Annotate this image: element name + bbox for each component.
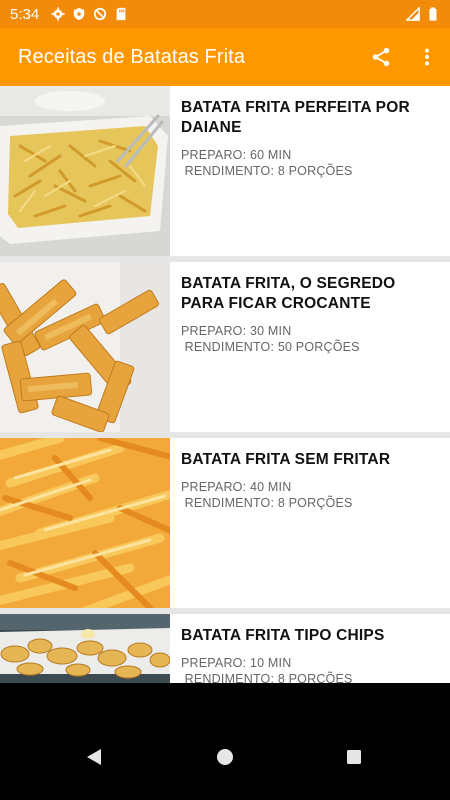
app-title: Receitas de Batatas Frita — [18, 45, 246, 68]
recents-icon — [347, 750, 361, 764]
recipe-meta: PREPARO: 40 MIN RENDIMENTO: 8 PORÇÕES — [181, 480, 353, 510]
shield-icon — [73, 7, 85, 21]
recipe-card[interactable]: BATATA FRITA TIPO CHIPS PREPARO: 10 MIN … — [0, 614, 450, 683]
recents-button[interactable] — [340, 745, 368, 769]
more-vert-icon — [424, 48, 430, 66]
thick-fries-image — [0, 262, 170, 432]
recipe-meta: PREPARO: 30 MIN RENDIMENTO: 50 PORÇÕES — [181, 324, 360, 354]
no-sync-icon — [94, 7, 107, 21]
recipe-title: BATATA FRITA TIPO CHIPS — [181, 627, 385, 644]
home-button[interactable] — [211, 745, 239, 769]
recipe-card[interactable]: BATATA FRITA, O SEGREDO PARA FICAR CROCA… — [0, 262, 450, 432]
recipe-meta: PREPARO: 60 MIN RENDIMENTO: 8 PORÇÕES — [181, 148, 353, 178]
share-icon — [372, 47, 390, 67]
home-icon — [217, 749, 233, 765]
status-notification-icons — [51, 7, 128, 21]
recipe-image — [0, 614, 170, 683]
recipe-title: BATATA FRITA PERFEITA POR DAIANE — [181, 99, 410, 136]
recipe-image — [0, 262, 170, 432]
status-time: 5:34 — [10, 5, 40, 23]
recipe-list[interactable]: BATATA FRITA PERFEITA POR DAIANE PREPARO… — [0, 86, 450, 683]
share-button[interactable] — [358, 34, 404, 80]
recipe-image — [0, 438, 170, 608]
recipe-title: BATATA FRITA, O SEGREDO PARA FICAR CROCA… — [181, 275, 396, 312]
recipe-card[interactable]: BATATA FRITA SEM FRITAR PREPARO: 40 MIN … — [0, 438, 450, 608]
fries-on-plate-image — [0, 86, 170, 256]
recipe-title: BATATA FRITA SEM FRITAR — [181, 451, 391, 468]
back-icon — [87, 749, 101, 765]
recipe-meta: PREPARO: 10 MIN RENDIMENTO: 8 PORÇÕES — [181, 656, 353, 683]
signal-icon — [406, 7, 420, 21]
system-nav-bar — [0, 683, 450, 800]
recipe-info: BATATA FRITA, O SEGREDO PARA FICAR CROCA… — [170, 262, 450, 432]
recipe-info: BATATA FRITA SEM FRITAR PREPARO: 40 MIN … — [170, 438, 450, 608]
app-bar: Receitas de Batatas Frita — [0, 28, 450, 86]
battery-icon — [429, 7, 437, 21]
recipe-card[interactable]: BATATA FRITA PERFEITA POR DAIANE PREPARO… — [0, 86, 450, 256]
status-bar: 5:34 — [0, 0, 450, 28]
recipe-info: BATATA FRITA TIPO CHIPS PREPARO: 10 MIN … — [170, 614, 450, 683]
status-system-icons — [406, 7, 440, 21]
back-button[interactable] — [80, 745, 108, 769]
fries-closeup-image — [0, 438, 170, 608]
gear-icon — [51, 7, 65, 21]
potato-chips-image — [0, 614, 170, 683]
recipe-info: BATATA FRITA PERFEITA POR DAIANE PREPARO… — [170, 86, 450, 256]
sd-card-icon — [116, 7, 126, 21]
recipe-image — [0, 86, 170, 256]
app-bar-actions — [358, 34, 450, 80]
more-options-button[interactable] — [404, 34, 450, 80]
